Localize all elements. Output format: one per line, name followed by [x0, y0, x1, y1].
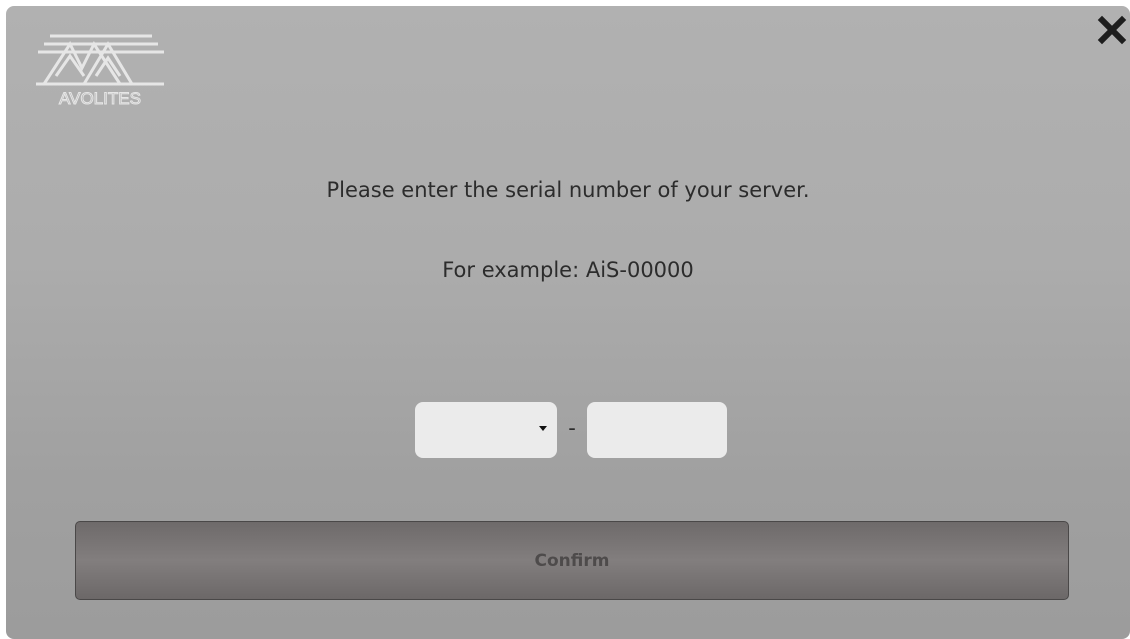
serial-prefix-dropdown[interactable]	[415, 402, 557, 458]
serial-number-input[interactable]	[587, 402, 727, 458]
avolites-logo-text: AVOLITES	[59, 89, 141, 108]
chevron-down-icon	[539, 426, 547, 431]
close-button[interactable]	[1094, 12, 1130, 48]
instruction-text: Please enter the serial number of your s…	[326, 178, 810, 202]
example-text: For example: AiS-00000	[442, 258, 694, 282]
avolites-logo-mark: AVOLITES	[36, 34, 164, 109]
confirm-button-label: Confirm	[534, 550, 610, 571]
serial-number-dialog: AVOLITES Please enter the serial number …	[6, 6, 1130, 639]
close-icon	[1097, 15, 1127, 45]
confirm-button[interactable]: Confirm	[75, 521, 1069, 600]
serial-number-row: -	[6, 402, 1130, 458]
avolites-logo: AVOLITES	[34, 28, 166, 110]
serial-separator: -	[568, 416, 576, 440]
